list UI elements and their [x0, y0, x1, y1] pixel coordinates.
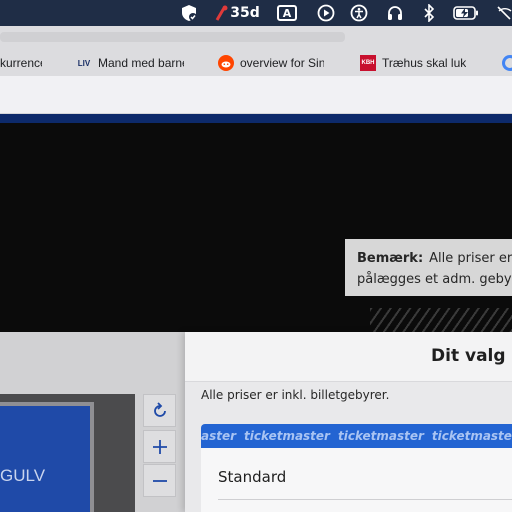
battery-charging-icon[interactable]	[452, 3, 480, 23]
event-hero: Bemærk: Alle priser er pålægges et adm. g…	[0, 123, 512, 332]
reddit-icon	[218, 55, 234, 71]
panel-title: Dit valg	[431, 346, 506, 366]
input-source-icon[interactable]: A	[276, 3, 298, 23]
notice-line-2: pålægges et adm. geby	[357, 272, 512, 287]
browser-toolbar	[0, 76, 512, 114]
play-circle-icon[interactable]	[315, 3, 337, 23]
tab-strip-shadow	[0, 32, 345, 42]
tab-3-label: overview for Sin	[240, 56, 324, 70]
tab-2[interactable]: LIV Mand med barne	[76, 50, 196, 76]
site-nav-stripe	[0, 114, 512, 123]
ticketmaster-banner: aster ticketmaster ticketmaster ticketmaste…	[201, 424, 512, 448]
minus-icon	[152, 479, 167, 482]
wifi-off-icon[interactable]	[496, 3, 512, 23]
ticket-type-card[interactable]: Standard	[201, 448, 512, 512]
tab-1[interactable]: kurrence	[0, 50, 55, 76]
kbh-logo-icon: KBH	[360, 55, 376, 71]
ticketmaster-word: ticketmaster	[337, 429, 424, 443]
ticketmaster-word: ticketmaster	[431, 429, 512, 443]
liv-logo-icon: LIV	[77, 58, 91, 68]
accessibility-icon[interactable]	[348, 3, 370, 23]
fees-note: Alle priser er inkl. billetgebyrer.	[201, 388, 390, 402]
notification-count[interactable]: 35d	[230, 3, 260, 23]
ticketmaster-word: ticketmaster	[244, 429, 330, 443]
tab-4-label: Træhus skal lukk	[382, 56, 466, 70]
ticket-type-label: Standard	[218, 468, 287, 486]
plus-icon	[152, 439, 167, 454]
tab-3[interactable]: overview for Sin	[218, 50, 328, 76]
price-notice: Bemærk: Alle priser er pålægges et adm. g…	[345, 239, 512, 296]
tab-2-label: Mand med barne	[98, 56, 184, 70]
google-icon[interactable]	[502, 55, 512, 71]
tab-4[interactable]: KBH Træhus skal lukk	[360, 50, 470, 76]
ticketmaster-word: aster	[201, 429, 237, 443]
zoom-in-button[interactable]	[143, 430, 176, 463]
divider	[218, 499, 512, 500]
tab-strip: kurrence ✕ LIV Mand med barne ✕ overview…	[0, 26, 512, 98]
floor-section-label: GULV	[0, 466, 46, 485]
shield-check-icon[interactable]	[178, 3, 200, 23]
floor-section[interactable]	[0, 402, 94, 512]
input-source-label: A	[277, 5, 297, 21]
refresh-icon	[153, 401, 166, 417]
hatch-decoration	[370, 308, 512, 332]
bluetooth-icon[interactable]	[420, 3, 438, 23]
reset-view-button[interactable]	[143, 394, 176, 427]
notice-label: Bemærk:	[357, 251, 424, 266]
headphones-icon[interactable]	[384, 3, 406, 23]
selection-panel: Dit valg Alle priser er inkl. billetgeby…	[185, 332, 512, 512]
menu-bar: 35d A	[0, 0, 512, 26]
notice-line-1: Alle priser er	[429, 251, 512, 266]
selection-panel-header: Dit valg	[185, 332, 512, 382]
tab-1-label: kurrence	[0, 56, 42, 70]
wand-icon[interactable]	[212, 3, 230, 23]
zoom-out-button[interactable]	[143, 464, 176, 497]
